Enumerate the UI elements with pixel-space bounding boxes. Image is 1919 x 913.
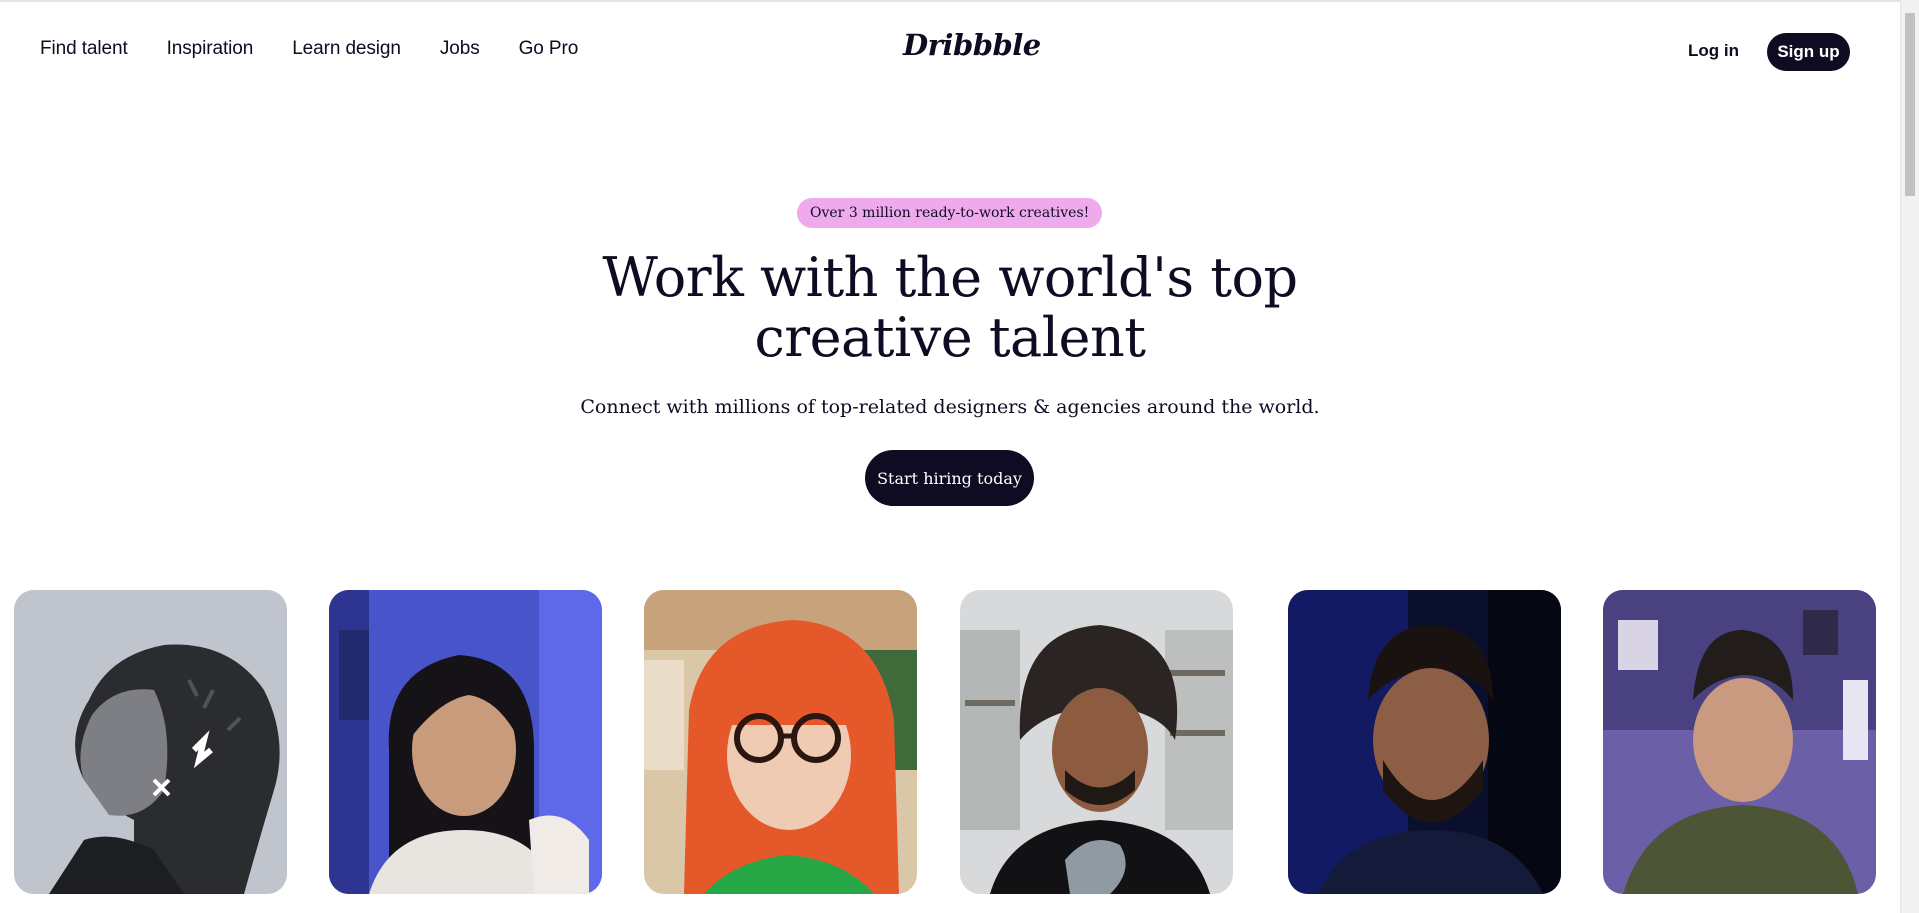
nav-inspiration[interactable]: Inspiration (167, 38, 254, 60)
designer-card-3[interactable] (644, 590, 917, 894)
designer-card-2[interactable] (329, 590, 602, 894)
portrait-image-4 (960, 590, 1233, 894)
creatives-badge: Over 3 million ready-to-work creatives! (797, 198, 1103, 228)
portrait-image-6 (1603, 590, 1876, 894)
hero-headline: Work with the world's top creative talen… (560, 248, 1340, 368)
signup-button[interactable]: Sign up (1767, 33, 1850, 71)
designer-cards (0, 590, 1901, 894)
nav-find-talent[interactable]: Find talent (40, 38, 128, 60)
hero-headline-line1: Work with the world's top (602, 246, 1298, 309)
start-hiring-button[interactable]: Start hiring today (865, 450, 1034, 506)
hero-headline-line2: creative talent (754, 306, 1146, 369)
nav-learn-design[interactable]: Learn design (292, 38, 401, 60)
dribbble-logo[interactable]: Dribbble (903, 28, 1041, 62)
designer-card-5[interactable] (1288, 590, 1561, 894)
designer-card-1[interactable] (14, 590, 287, 894)
nav-go-pro[interactable]: Go Pro (519, 38, 579, 60)
page-scrollbar[interactable] (1900, 0, 1919, 913)
login-link[interactable]: Log in (1688, 41, 1739, 61)
designer-card-4[interactable] (960, 590, 1233, 894)
portrait-image-3 (644, 590, 917, 894)
portrait-image-5 (1288, 590, 1561, 894)
designer-card-6[interactable] (1603, 590, 1876, 894)
portrait-image-1 (14, 590, 287, 894)
portrait-image-2 (329, 590, 602, 894)
main-nav: Find talent Inspiration Learn design Job… (40, 38, 578, 60)
scrollbar-thumb[interactable] (1905, 13, 1915, 196)
nav-jobs[interactable]: Jobs (440, 38, 480, 60)
hero-subtitle: Connect with millions of top-related des… (580, 396, 1320, 418)
top-border (0, 0, 1901, 2)
